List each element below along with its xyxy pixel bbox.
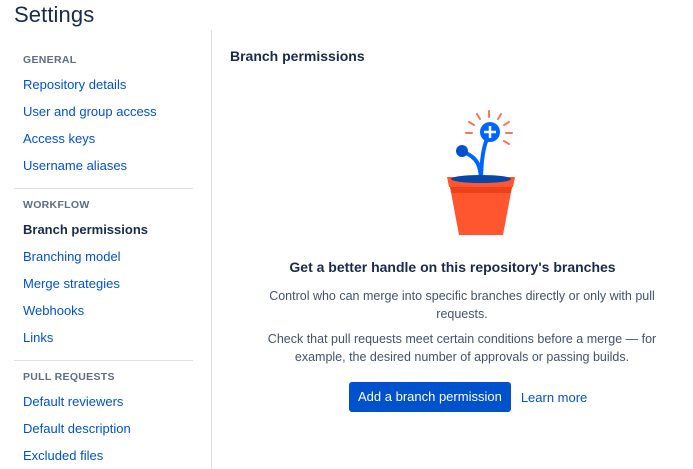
page-title: Settings [14, 2, 95, 27]
sidebar-item-default-reviewers[interactable]: Default reviewers [23, 390, 193, 417]
sidebar-section-title: PULL REQUESTS [23, 371, 115, 383]
settings-sidebar: GENERAL Repository details User and grou… [14, 44, 193, 469]
sidebar-item-username-aliases[interactable]: Username aliases [23, 154, 193, 181]
section-heading: Branch permissions [230, 48, 365, 64]
add-branch-permission-button[interactable]: Add a branch permission [349, 382, 511, 412]
empty-state-actions: Add a branch permission Learn more [349, 382, 587, 412]
sidebar-item-merge-strategies[interactable]: Merge strategies [23, 272, 193, 299]
sidebar-item-user-and-group-access[interactable]: User and group access [23, 100, 193, 127]
empty-state-title: Get a better handle on this repository's… [289, 259, 616, 275]
sidebar-section-pull-requests: PULL REQUESTS Default reviewers Default … [14, 361, 193, 469]
main-content: Branch permissions Get a better handle o… [212, 0, 693, 469]
sidebar-section-workflow: WORKFLOW Branch permissions Branching mo… [14, 189, 193, 361]
sidebar-item-access-keys[interactable]: Access keys [23, 127, 193, 154]
sidebar-item-links[interactable]: Links [23, 326, 193, 353]
sidebar-section-title: GENERAL [23, 54, 77, 66]
empty-state-description-2: Check that pull requests meet certain co… [267, 332, 657, 364]
sidebar-item-default-description[interactable]: Default description [23, 417, 193, 444]
flower-pot-with-branch-icon [441, 105, 571, 245]
sidebar-section-title: WORKFLOW [23, 199, 90, 211]
sidebar-item-repository-details[interactable]: Repository details [23, 73, 193, 100]
sidebar-section-general: GENERAL Repository details User and grou… [14, 44, 193, 189]
learn-more-link[interactable]: Learn more [521, 390, 587, 405]
sidebar-item-webhooks[interactable]: Webhooks [23, 299, 193, 326]
empty-state-description-1: Control who can merge into specific bran… [269, 289, 655, 321]
sidebar-item-branch-permissions[interactable]: Branch permissions [23, 218, 193, 245]
sidebar-item-branching-model[interactable]: Branching model [23, 245, 193, 272]
sidebar-item-excluded-files[interactable]: Excluded files [23, 444, 193, 469]
